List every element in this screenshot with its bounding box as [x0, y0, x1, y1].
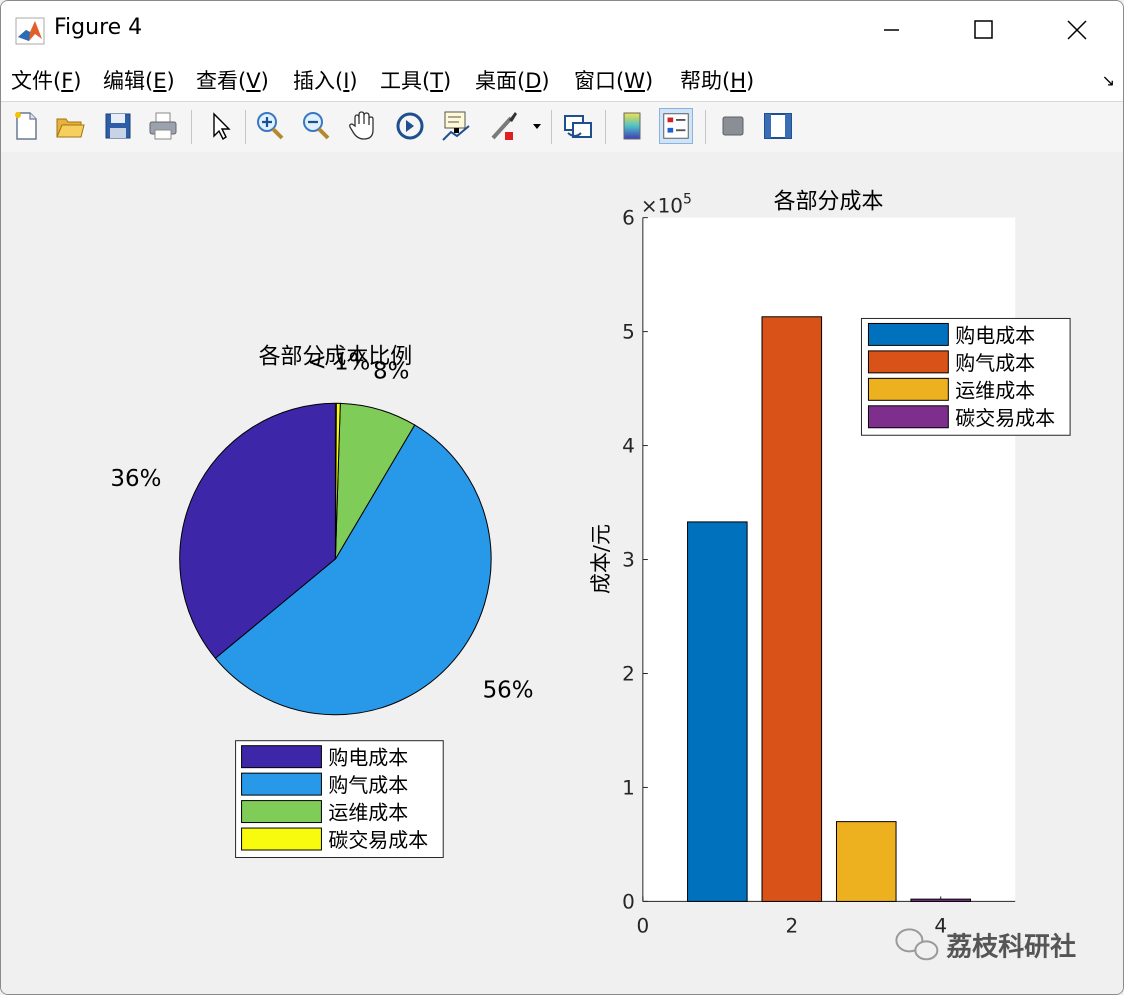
bar-legend-swatch	[867, 377, 949, 401]
pie-percent-label: 8%	[373, 359, 409, 385]
bar-legend-label: 碳交易成本	[955, 406, 1055, 430]
bar	[910, 898, 972, 902]
bar-legend-label: 购电成本	[955, 323, 1035, 347]
bar	[687, 521, 748, 902]
matlab-logo-icon	[15, 17, 45, 45]
bar-legend-label: 运维成本	[955, 378, 1035, 402]
hide-plot-tools-icon[interactable]	[716, 108, 750, 144]
pie-legend-label: 碳交易成本	[328, 828, 428, 852]
y-tick-label: 1	[622, 775, 635, 799]
window-title: Figure 4	[54, 15, 143, 40]
rotate-3d-icon[interactable]	[393, 108, 427, 144]
figure-toolbar	[1, 101, 1123, 153]
menu-window[interactable]: 窗口(W)	[574, 65, 653, 95]
menu-file[interactable]: 文件(F)	[11, 65, 82, 95]
maximize-button[interactable]	[938, 9, 1028, 51]
bar-chart: 各部分成本 ×105 成本/元 0 1 2 3 4 5 6 0 2 4 购电成本购气成本运维成本碳…	[589, 190, 1071, 937]
brush-icon[interactable]	[487, 108, 521, 144]
x-tick-label: 0	[637, 913, 650, 937]
menu-edit[interactable]: 编辑(E)	[103, 65, 175, 95]
toolbar-separator	[605, 110, 606, 144]
pie-percent-label: 56%	[483, 678, 534, 704]
pie-legend-swatch	[241, 772, 322, 796]
show-plot-tools-icon[interactable]	[761, 108, 795, 144]
y-tick-label: 6	[622, 206, 635, 230]
pan-hand-icon[interactable]	[346, 108, 380, 144]
zoom-in-icon[interactable]	[253, 108, 287, 144]
bar-chart-title: 各部分成本	[774, 190, 884, 215]
data-tips-icon[interactable]	[439, 108, 473, 144]
watermark-text: 荔枝科研社	[946, 931, 1076, 962]
title-bar: Figure 4	[1, 1, 1123, 59]
figure-window: Figure 4 文件(F) 编辑(E) 查看(V) 插入(I) 工具(T) 桌…	[0, 0, 1124, 995]
open-folder-icon[interactable]	[53, 108, 87, 144]
toolbar-separator	[705, 110, 706, 144]
bar-legend-swatch	[867, 350, 949, 374]
y-tick-label: 3	[622, 548, 635, 572]
new-file-icon[interactable]	[9, 108, 43, 144]
legend-icon[interactable]	[659, 108, 693, 144]
pie-percent-label: < 1%	[307, 349, 370, 375]
y-tick-label: 5	[622, 320, 635, 344]
menu-insert[interactable]: 插入(I)	[293, 65, 358, 95]
pie-legend-label: 购气成本	[328, 773, 408, 797]
colorbar-icon[interactable]	[615, 108, 649, 144]
x-tick-label: 2	[785, 913, 798, 937]
x-tick-label: 4	[934, 913, 947, 937]
figure-canvas: 各部分成本比例 36%56%8%< 1% 购电成本购气成本运维成本碳交易成本 各…	[1, 152, 1123, 994]
toolbar-separator	[551, 110, 552, 144]
y-tick-label: 4	[622, 434, 635, 458]
pointer-icon[interactable]	[203, 108, 237, 144]
toolbar-separator	[191, 110, 192, 144]
zoom-out-icon[interactable]	[299, 108, 333, 144]
pie-percent-label: 36%	[110, 466, 161, 492]
close-button[interactable]	[1031, 9, 1121, 51]
y-exponent-label: ×105	[641, 192, 692, 218]
pie-legend-label: 购电成本	[328, 746, 408, 770]
bar	[761, 316, 823, 902]
menu-desktop[interactable]: 桌面(D)	[475, 65, 550, 95]
watermark: 荔枝科研社	[895, 928, 1076, 962]
pie-legend: 购电成本购气成本运维成本碳交易成本	[235, 740, 444, 858]
menu-tools[interactable]: 工具(T)	[380, 65, 451, 95]
link-plot-icon[interactable]	[561, 108, 595, 144]
bar-legend-label: 购气成本	[955, 351, 1035, 375]
bar-legend: 购电成本购气成本运维成本碳交易成本	[860, 317, 1071, 436]
wechat-logo-icon	[895, 928, 939, 961]
print-icon[interactable]	[146, 108, 180, 144]
bar-legend-swatch	[867, 405, 949, 429]
bar	[835, 821, 897, 902]
pie-legend-label: 运维成本	[328, 801, 408, 825]
menu-help[interactable]: 帮助(H)	[680, 65, 754, 95]
y-axis-label: 成本/元	[589, 524, 613, 594]
y-tick-label: 2	[622, 661, 635, 685]
bar-legend-swatch	[867, 322, 949, 346]
pie-legend-swatch	[241, 800, 322, 824]
y-tick-label: 0	[622, 889, 635, 913]
minimize-button[interactable]	[847, 9, 937, 51]
pie-chart	[179, 402, 492, 716]
brush-dropdown-icon[interactable]	[529, 108, 545, 144]
pie-legend-swatch	[241, 827, 322, 851]
pie-legend-swatch	[241, 745, 322, 769]
menu-bar: 文件(F) 编辑(E) 查看(V) 插入(I) 工具(T) 桌面(D) 窗口(W…	[1, 59, 1123, 101]
save-icon[interactable]	[101, 108, 135, 144]
toolbar-separator	[245, 110, 246, 144]
menu-view[interactable]: 查看(V)	[196, 65, 269, 95]
dock-arrow-icon[interactable]: ↘	[1102, 71, 1115, 90]
